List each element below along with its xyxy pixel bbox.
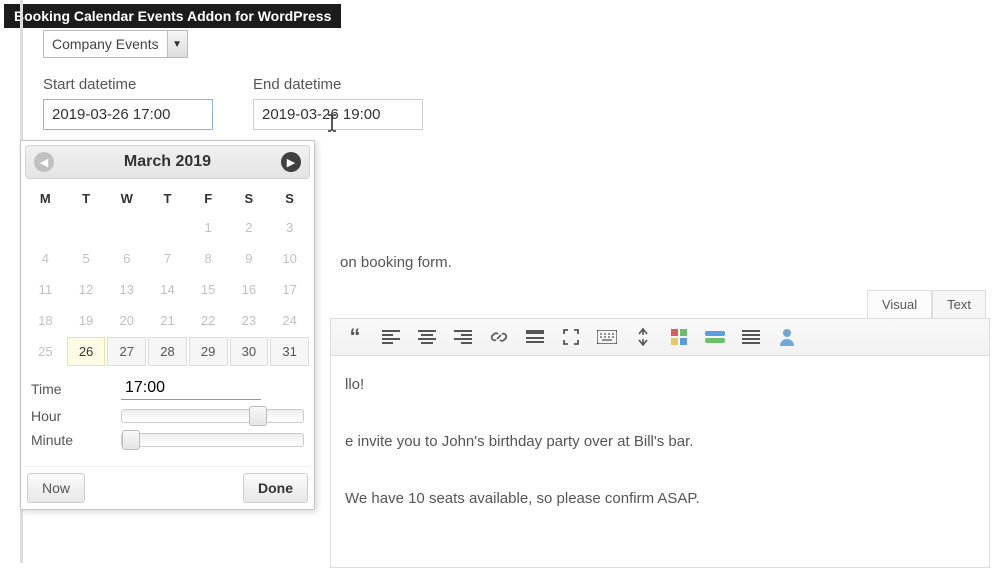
align-right-icon[interactable] — [453, 327, 473, 347]
dow-header: T — [147, 185, 188, 212]
calendar-day: 5 — [67, 244, 106, 273]
calendar-day: 10 — [270, 244, 309, 273]
calendar-day: 6 — [107, 244, 146, 273]
blockquote-icon[interactable]: “ — [345, 327, 365, 347]
editor-toolbar: “ — [330, 318, 990, 356]
start-datetime-input[interactable] — [43, 99, 213, 130]
dropdown-icon: ▼ — [167, 31, 187, 57]
category-select[interactable]: Company Events ▼ — [43, 30, 188, 58]
tab-visual[interactable]: Visual — [867, 290, 932, 318]
wysiwyg-editor: Visual Text “ llo! e invite you to John'… — [20, 290, 990, 563]
calendar-day: 2 — [230, 213, 269, 242]
calendar-day: 7 — [148, 244, 187, 273]
fullscreen-icon[interactable] — [561, 327, 581, 347]
page-break-icon[interactable] — [633, 327, 653, 347]
divider-color-icon[interactable] — [705, 327, 725, 347]
hint-text: on booking form. — [340, 254, 452, 271]
end-datetime-input[interactable] — [253, 99, 423, 130]
dow-header: M — [25, 185, 66, 212]
prev-month-button[interactable]: ◀ — [34, 152, 54, 172]
category-select-value: Company Events — [44, 31, 167, 57]
dow-header: T — [66, 185, 107, 212]
align-justify-icon[interactable] — [741, 327, 761, 347]
calendar-day: 3 — [270, 213, 309, 242]
user-icon[interactable] — [777, 327, 797, 347]
align-center-icon[interactable] — [417, 327, 437, 347]
start-datetime-label: Start datetime — [43, 76, 213, 93]
calendar-day: 9 — [230, 244, 269, 273]
insert-more-icon[interactable] — [525, 327, 545, 347]
keyboard-icon[interactable] — [597, 327, 617, 347]
datepicker-header: ◀ March 2019 ▶ — [25, 145, 310, 179]
editor-body[interactable]: llo! e invite you to John's birthday par… — [330, 356, 990, 568]
editor-line: We have 10 seats available, so please co… — [345, 490, 975, 507]
editor-line: e invite you to John's birthday party ov… — [345, 433, 975, 450]
dow-header: S — [229, 185, 270, 212]
next-month-button[interactable]: ▶ — [281, 152, 301, 172]
link-icon[interactable] — [489, 327, 509, 347]
dow-header: F — [188, 185, 229, 212]
dow-header: W — [106, 185, 147, 212]
calendar-day: 1 — [189, 213, 228, 242]
tab-text[interactable]: Text — [932, 290, 986, 318]
dow-header: S — [269, 185, 310, 212]
align-left-icon[interactable] — [381, 327, 401, 347]
calendar-day: 8 — [189, 244, 228, 273]
editor-line: llo! — [345, 376, 975, 393]
datepicker-month-title: March 2019 — [124, 153, 211, 171]
end-datetime-label: End datetime — [253, 76, 423, 93]
calendar-day: 4 — [26, 244, 65, 273]
grid-color-icon[interactable] — [669, 327, 689, 347]
